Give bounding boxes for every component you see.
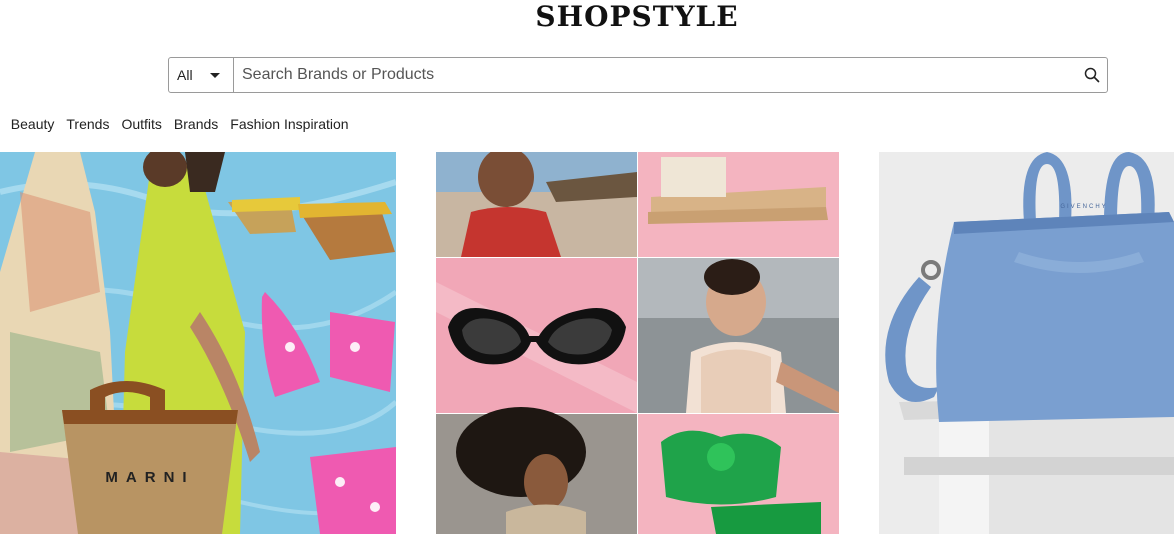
- nav-item-brands[interactable]: Brands: [174, 116, 218, 132]
- shopstyle-logo[interactable]: SHOPSTYLE: [0, 0, 1174, 34]
- grid-collage-image: [436, 152, 839, 534]
- editorial-tile-grid[interactable]: [436, 152, 839, 534]
- nav-item-fashion-inspiration[interactable]: Fashion Inspiration: [230, 116, 348, 132]
- search-input[interactable]: [234, 58, 1077, 92]
- denim-bag-image: GIVENCHY: [879, 152, 1174, 534]
- nav-item-trends[interactable]: Trends: [66, 116, 109, 132]
- bag-brand-text: GIVENCHY: [1060, 204, 1107, 210]
- search-button[interactable]: [1077, 58, 1107, 92]
- bag-brand-text: MARNI: [105, 469, 194, 486]
- summer-collage-image: MARNI: [0, 152, 396, 534]
- category-dropdown[interactable]: All: [169, 58, 234, 92]
- category-nav: es Beauty Trends Outfits Brands Fashion …: [0, 116, 349, 132]
- caret-down-icon: [210, 73, 220, 78]
- search-icon: [1084, 67, 1100, 83]
- editorial-tile-denim-bag[interactable]: GIVENCHY: [879, 152, 1174, 534]
- nav-item-outfits[interactable]: Outfits: [121, 116, 161, 132]
- nav-item-beauty[interactable]: Beauty: [11, 116, 55, 132]
- search-bar: All: [168, 57, 1108, 93]
- category-label: All: [177, 67, 193, 83]
- editorial-tile-summer[interactable]: MARNI: [0, 152, 396, 534]
